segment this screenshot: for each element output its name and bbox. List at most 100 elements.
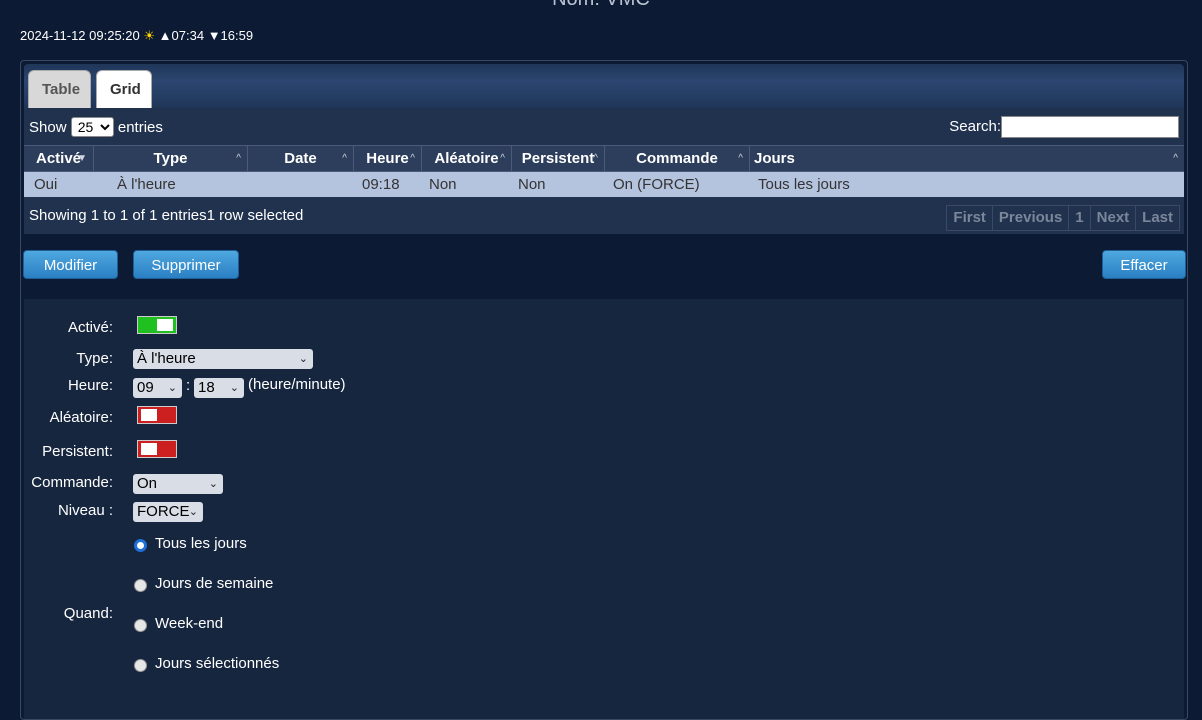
chevron-down-icon: ⌄ bbox=[208, 478, 218, 490]
type-select[interactable]: À l'heure ⌄ bbox=[133, 349, 313, 369]
sunrise-text: ▲07:34 bbox=[158, 28, 205, 43]
toggle-knob bbox=[141, 443, 157, 455]
timers-panel: Table Grid Show 25 entries Search: Activ… bbox=[20, 60, 1188, 720]
pager-previous[interactable]: Previous bbox=[991, 206, 1069, 230]
column-header-persistent[interactable]: Persistent ^ bbox=[512, 146, 605, 171]
minute-select[interactable]: 18 ⌄ bbox=[194, 378, 244, 398]
sort-icon: ^ bbox=[342, 153, 347, 164]
column-label: Heure bbox=[366, 150, 409, 167]
when-radio-tous-les-jours[interactable] bbox=[134, 539, 147, 552]
search-label: Search: bbox=[949, 117, 1001, 135]
active-toggle[interactable] bbox=[137, 316, 177, 334]
aleatoire-label: Aléatoire: bbox=[49, 409, 113, 426]
column-header-date[interactable]: Date ^ bbox=[248, 146, 354, 171]
sort-icon: ^ bbox=[738, 153, 743, 164]
when-radio-jours-selectionnes[interactable] bbox=[134, 659, 147, 672]
tab-bar: Table Grid bbox=[24, 64, 1184, 108]
column-label: Jours bbox=[754, 150, 795, 167]
show-label: Show bbox=[29, 119, 67, 136]
sort-desc-icon: ▼ bbox=[77, 153, 87, 164]
when-option-label: Week-end bbox=[155, 615, 224, 632]
chevron-down-icon: ⌄ bbox=[229, 382, 239, 394]
page-length-control: Show 25 entries bbox=[29, 117, 163, 137]
chevron-down-icon: ⌄ bbox=[298, 353, 308, 365]
column-label: Activé bbox=[35, 150, 82, 167]
cell-type: À l'heure bbox=[117, 176, 176, 193]
search-control: Search: bbox=[949, 116, 1179, 138]
sun-icon: ☀ bbox=[143, 28, 156, 43]
column-label: Aléatoire bbox=[434, 150, 499, 167]
column-header-type[interactable]: Type ^ bbox=[94, 146, 248, 171]
timer-form: Activé: Type: À l'heure ⌄ Heure: 09 ⌄ : 18… bbox=[24, 299, 1184, 719]
time-separator: : bbox=[186, 377, 191, 394]
cell-active: Oui bbox=[34, 176, 58, 193]
supprimer-button[interactable]: Supprimer bbox=[133, 250, 239, 279]
sort-icon: ^ bbox=[410, 153, 415, 164]
cell-heure: 09:18 bbox=[362, 176, 400, 193]
column-header-jours[interactable]: Jours ^ bbox=[750, 146, 1184, 171]
column-label: Persistent bbox=[521, 150, 595, 167]
column-label: Date bbox=[284, 150, 317, 167]
column-label: Commande bbox=[636, 150, 718, 167]
sort-icon: ^ bbox=[1173, 153, 1178, 164]
when-option-label: Jours sélectionnés bbox=[155, 655, 280, 672]
tab-grid[interactable]: Grid bbox=[96, 70, 152, 108]
pagination: First Previous 1 Next Last bbox=[946, 205, 1180, 231]
heure-label: Heure: bbox=[67, 377, 113, 394]
table-info: Showing 1 to 1 of 1 entries1 row selecte… bbox=[29, 207, 304, 224]
niveau-select-value: FORCE bbox=[137, 503, 190, 520]
cell-persistent: Non bbox=[518, 176, 546, 193]
table-header: Activé ▼ Type ^ Date ^ Heure ^ Aléatoire ^ Pe… bbox=[24, 145, 1184, 172]
cell-jours: Tous les jours bbox=[758, 176, 850, 193]
effacer-button[interactable]: Effacer bbox=[1102, 250, 1186, 279]
when-option-label: Jours de semaine bbox=[155, 575, 274, 592]
chevron-down-icon: ⌄ bbox=[188, 506, 198, 518]
persistent-label: Persistent: bbox=[42, 443, 113, 460]
page-length-select[interactable]: 25 bbox=[70, 117, 114, 137]
active-label: Activé: bbox=[67, 319, 113, 336]
commande-select-value: On bbox=[137, 475, 158, 492]
column-header-active[interactable]: Activé ▼ bbox=[24, 146, 94, 171]
column-header-aleatoire[interactable]: Aléatoire ^ bbox=[422, 146, 512, 171]
sort-icon: ^ bbox=[236, 153, 241, 164]
minute-select-value: 18 bbox=[198, 379, 215, 396]
column-header-commande[interactable]: Commande ^ bbox=[605, 146, 750, 171]
commande-select[interactable]: On ⌄ bbox=[133, 474, 223, 494]
sort-icon: ^ bbox=[500, 153, 505, 164]
cell-commande: On (FORCE) bbox=[613, 176, 700, 193]
type-select-value: À l'heure bbox=[137, 350, 196, 367]
when-radio-jours-de-semaine[interactable] bbox=[134, 579, 147, 592]
niveau-select[interactable]: FORCE ⌄ bbox=[133, 502, 203, 522]
hour-select-value: 09 bbox=[137, 379, 154, 396]
clock: 2024-11-12 09:25:20 ☀ ▲07:34 ▼16:59 bbox=[20, 28, 253, 44]
persistent-toggle[interactable] bbox=[137, 440, 177, 458]
tab-table[interactable]: Table bbox=[28, 70, 91, 108]
entries-label: entries bbox=[117, 119, 163, 136]
column-label: Type bbox=[153, 150, 188, 167]
aleatoire-toggle[interactable] bbox=[137, 406, 177, 424]
sunset-text: ▼16:59 bbox=[207, 28, 254, 43]
quand-label: Quand: bbox=[63, 605, 113, 622]
pager-first[interactable]: First bbox=[947, 206, 992, 230]
chevron-down-icon: ⌄ bbox=[167, 382, 177, 394]
sort-icon: ^ bbox=[593, 153, 598, 164]
column-header-heure[interactable]: Heure ^ bbox=[354, 146, 422, 171]
modifier-button[interactable]: Modifier bbox=[23, 250, 118, 279]
toggle-knob bbox=[157, 319, 173, 331]
datetime-text: 2024-11-12 09:25:20 bbox=[20, 28, 140, 43]
when-radio-week-end[interactable] bbox=[134, 619, 147, 632]
type-label: Type: bbox=[76, 350, 113, 367]
pager-last[interactable]: Last bbox=[1135, 206, 1179, 230]
page-title: Nom: VMC bbox=[0, 0, 1202, 11]
niveau-label: Niveau : bbox=[57, 502, 113, 519]
table-row[interactable]: Oui À l'heure 09:18 Non Non On (FORCE) T… bbox=[24, 172, 1184, 197]
toggle-knob bbox=[141, 409, 157, 421]
pager-page-1[interactable]: 1 bbox=[1068, 206, 1090, 230]
pager-next[interactable]: Next bbox=[1089, 206, 1136, 230]
when-option-label: Tous les jours bbox=[155, 535, 247, 552]
hour-select[interactable]: 09 ⌄ bbox=[133, 378, 182, 398]
timers-table-wrapper: Show 25 entries Search: Activé ▼ Type ^ Da… bbox=[24, 108, 1184, 234]
search-input[interactable] bbox=[1001, 116, 1179, 138]
cell-aleatoire: Non bbox=[429, 176, 457, 193]
commande-label: Commande: bbox=[31, 474, 113, 491]
